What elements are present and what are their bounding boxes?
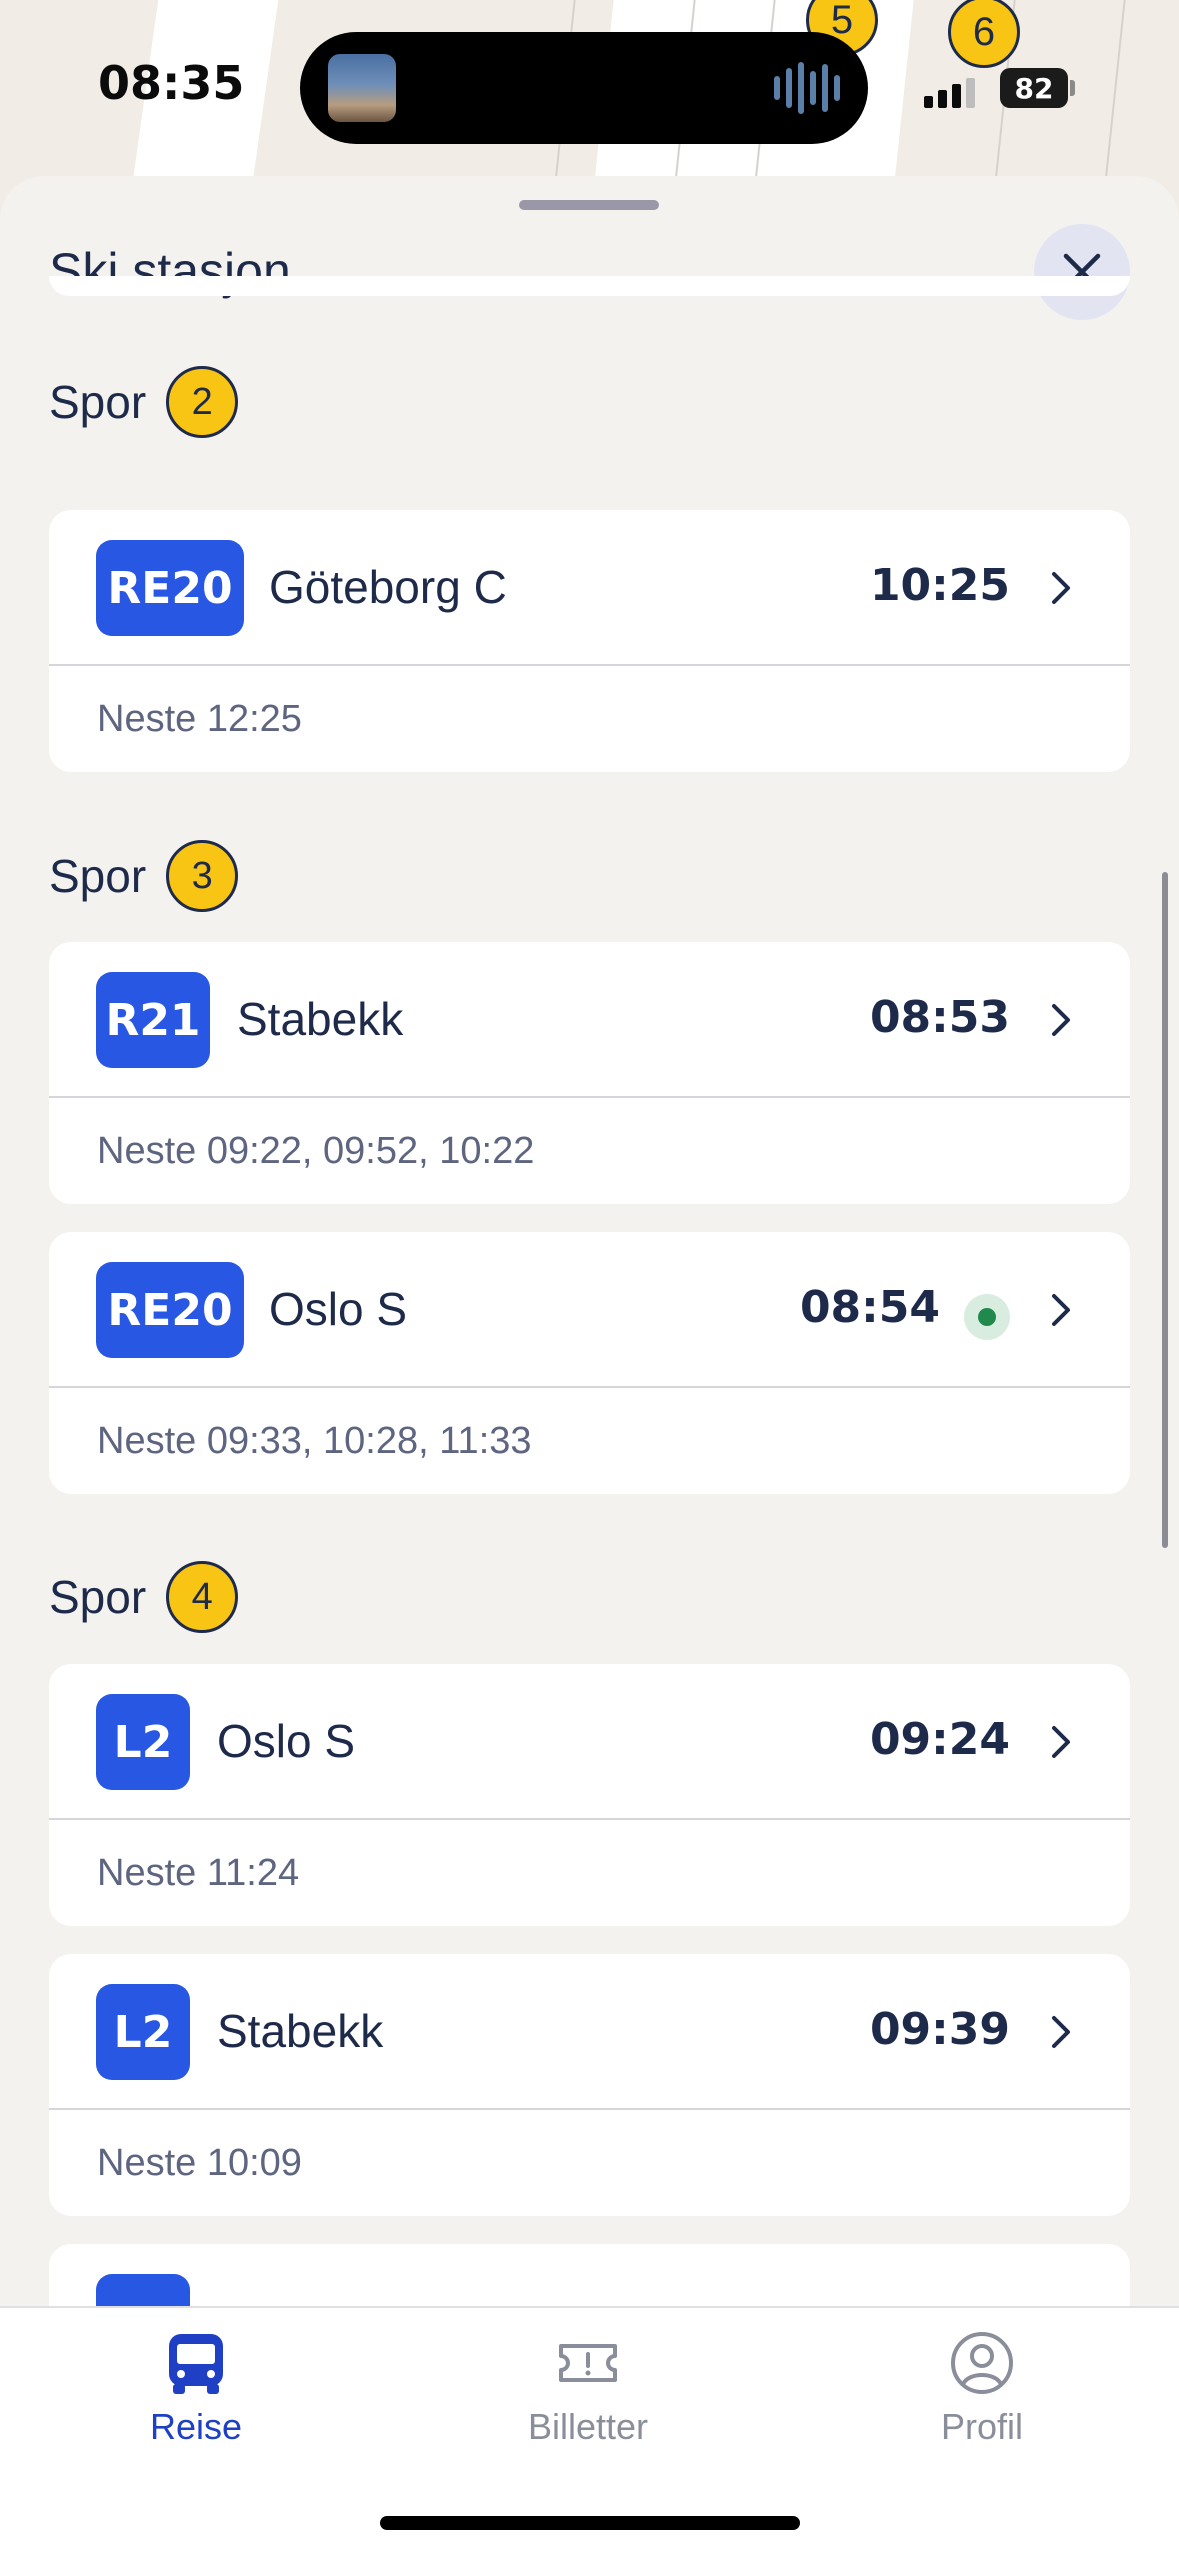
departure-card[interactable]: RE20 Göteborg C 10:25 Neste 12:25 <box>49 510 1130 772</box>
line-badge: L2 <box>96 1984 190 2080</box>
realtime-indicator-icon <box>964 1294 1010 1340</box>
card-edge-partial <box>49 276 1130 296</box>
audio-waveform-icon <box>774 62 840 114</box>
scrollbar[interactable] <box>1162 872 1168 1548</box>
tab-reise[interactable]: Reise <box>76 2328 316 2448</box>
status-time: 08:35 <box>98 56 245 110</box>
battery-indicator: 82 <box>1000 68 1068 108</box>
battery-tip <box>1070 80 1075 96</box>
close-button[interactable] <box>1034 224 1130 320</box>
destination: Oslo S <box>217 1715 356 1767</box>
tab-label: Profil <box>940 2406 1024 2447</box>
tab-billetter[interactable]: Billetter <box>468 2328 708 2448</box>
chevron-right-icon <box>1052 2016 1070 2048</box>
dynamic-island[interactable] <box>300 32 868 144</box>
line-badge: RE20 <box>96 1262 244 1358</box>
platform-number-badge: 2 <box>166 366 239 438</box>
departure-time: 09:39 <box>869 2004 1010 2055</box>
departure-row[interactable]: R21 Stabekk 08:53 <box>49 942 1130 1098</box>
platform-number-badge: 4 <box>166 1561 239 1633</box>
line-badge: R21 <box>96 972 210 1068</box>
departure-time: 10:25 <box>869 560 1010 611</box>
destination: Stabekk <box>237 993 404 1045</box>
line-badge: RE20 <box>96 540 244 636</box>
chevron-right-icon <box>1052 1294 1070 1326</box>
chevron-right-icon <box>1052 1004 1070 1036</box>
departure-row[interactable]: RE20 Göteborg C 10:25 <box>49 510 1130 666</box>
sheet-grabber[interactable] <box>519 200 659 210</box>
now-playing-artwork <box>328 54 396 122</box>
tab-label: Reise <box>149 2406 243 2447</box>
destination: Göteborg C <box>269 561 507 613</box>
tab-label: Billetter <box>527 2406 649 2447</box>
home-indicator[interactable] <box>380 2516 800 2530</box>
station-sheet[interactable]: Ski stasjon Spor 2 RE20 Göteborg C 10:25… <box>0 176 1179 2556</box>
departure-card[interactable]: L2 Oslo S 09:24 Neste 11:24 <box>49 1664 1130 1926</box>
next-departures: Neste 09:33, 10:28, 11:33 <box>97 1419 532 1462</box>
destination: Oslo S <box>269 1283 408 1335</box>
platform-label: Spor <box>49 1571 147 1623</box>
departure-card[interactable]: R21 Stabekk 08:53 Neste 09:22, 09:52, 10… <box>49 942 1130 1204</box>
tab-profil[interactable]: Profil <box>862 2328 1102 2448</box>
departure-time: 08:53 <box>869 992 1010 1043</box>
platform-header-4: Spor 4 <box>49 1561 239 1633</box>
next-departures: Neste 11:24 <box>97 1851 300 1894</box>
destination: Stabekk <box>217 2005 384 2057</box>
departure-time: 09:24 <box>869 1714 1010 1765</box>
platform-header-3: Spor 3 <box>49 840 239 912</box>
departure-card[interactable]: L2 Stabekk 09:39 Neste 10:09 <box>49 1954 1130 2216</box>
departure-row[interactable]: L2 Oslo S 09:24 <box>49 1664 1130 1820</box>
profile-icon <box>951 2332 1013 2394</box>
next-departures: Neste 12:25 <box>97 697 302 740</box>
cellular-signal-icon <box>924 78 975 108</box>
platform-label: Spor <box>49 376 147 428</box>
line-badge: L2 <box>96 1694 190 1790</box>
departure-row[interactable]: RE20 Oslo S 08:54 <box>49 1232 1130 1388</box>
departure-row[interactable]: L2 Stabekk 09:39 <box>49 1954 1130 2110</box>
departure-time: 08:54 <box>799 1282 940 1333</box>
departure-card[interactable]: RE20 Oslo S 08:54 Neste 09:33, 10:28, 11… <box>49 1232 1130 1494</box>
platform-header-2: Spor 2 <box>49 366 239 438</box>
bus-icon <box>169 2334 223 2394</box>
next-departures: Neste 09:22, 09:52, 10:22 <box>97 1129 535 1172</box>
chevron-right-icon <box>1052 1726 1070 1758</box>
next-departures: Neste 10:09 <box>97 2141 302 2184</box>
ticket-icon <box>559 2344 617 2382</box>
platform-label: Spor <box>49 850 147 902</box>
platform-number-badge: 3 <box>166 840 239 912</box>
chevron-right-icon <box>1052 572 1070 604</box>
